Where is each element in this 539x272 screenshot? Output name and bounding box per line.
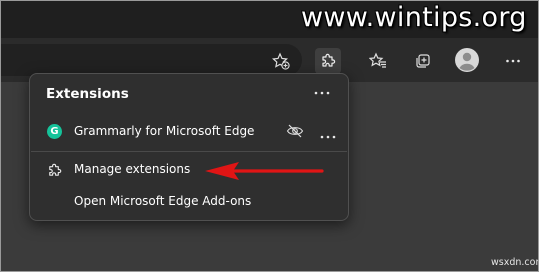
footer-watermark: wsxdn.com — [491, 257, 539, 268]
red-arrow-annotation — [205, 162, 324, 180]
